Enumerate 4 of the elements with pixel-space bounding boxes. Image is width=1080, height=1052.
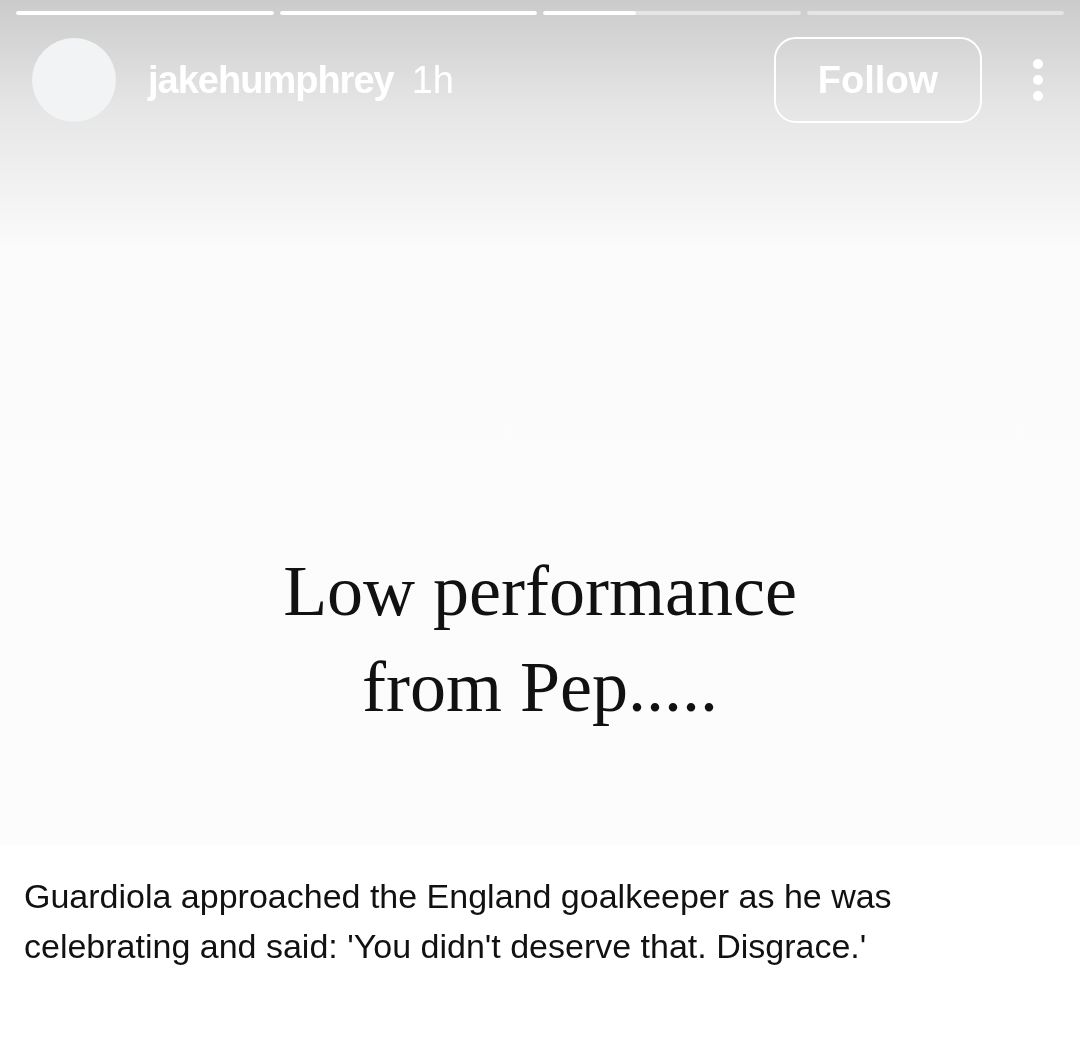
more-options-icon[interactable] <box>1032 58 1044 102</box>
headline-text: Low performance <box>282 550 798 633</box>
headline-text: from Pep..... <box>361 646 719 729</box>
caption-text: Guardiola approached the England goalkeeper as he was celebrating and said: 'You didn't deserve that. Disgrace.' <box>23 876 893 967</box>
